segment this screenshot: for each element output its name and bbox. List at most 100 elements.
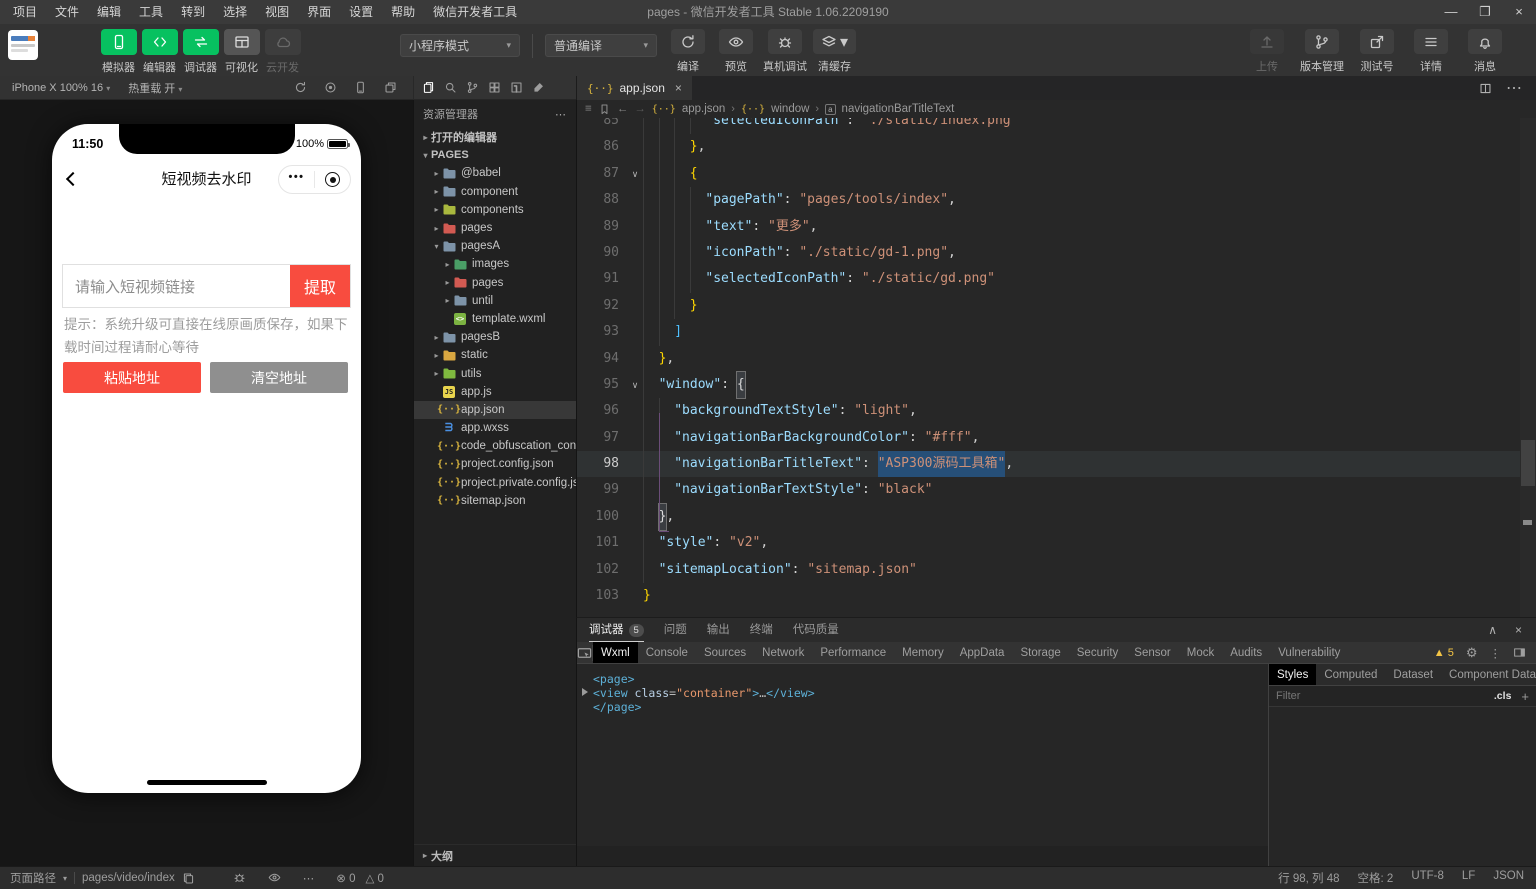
devtools-tab-sources[interactable]: Sources [696, 642, 754, 663]
tree-item-sitemap.json[interactable]: {··} sitemap.json [414, 492, 576, 510]
code-line-92[interactable]: 92} [577, 293, 1520, 319]
debugger-tab-4[interactable]: 代码质量 [793, 618, 839, 642]
dock-side-icon[interactable] [1513, 646, 1526, 659]
sim-windows-icon[interactable] [384, 81, 397, 94]
bug-button[interactable] [768, 29, 802, 54]
code-line-97[interactable]: 97 "navigationBarBackgroundColor": "#fff"… [577, 425, 1520, 451]
split-editor-icon[interactable] [1479, 82, 1492, 95]
editor-scrollbar[interactable] [1520, 118, 1536, 617]
devtools-tab-memory[interactable]: Memory [894, 642, 952, 663]
statusbar-more-icon[interactable]: ⋯ [303, 871, 315, 885]
eye-button[interactable] [719, 29, 753, 54]
maximize-button[interactable]: ❐ [1468, 0, 1502, 24]
tree-item-app.wxss[interactable]: ᗱ app.wxss [414, 419, 576, 437]
menu-item-8[interactable]: 设置 [340, 0, 382, 24]
capsule-close-button[interactable] [315, 172, 350, 187]
menu-item-10[interactable]: 微信开发者工具 [424, 0, 526, 24]
back-arrow-icon[interactable]: ← [617, 103, 629, 115]
devtools-tab-mock[interactable]: Mock [1179, 642, 1222, 663]
code-line-90[interactable]: 90 "iconPath": "./static/gd-1.png", [577, 240, 1520, 266]
collapse-panel-icon[interactable]: ∧ [1488, 623, 1497, 637]
tree-item-images[interactable]: ▸ images [414, 255, 576, 273]
statusbar-info-0[interactable]: 行 98, 列 48 [1278, 870, 1339, 886]
refresh-button[interactable] [671, 29, 705, 54]
video-link-input[interactable]: 请输入短视频链接 [63, 265, 290, 307]
tree-item-components[interactable]: ▸ components [414, 201, 576, 219]
compile-action-3[interactable]: ▾ 清缓存 [813, 29, 857, 74]
activity-extensions-icon[interactable] [488, 81, 501, 94]
bookmark-icon[interactable] [598, 103, 611, 116]
branch-button[interactable] [1305, 29, 1339, 54]
clear-address-button[interactable]: 清空地址 [210, 362, 348, 393]
fold-icon[interactable]: ∨ [627, 161, 643, 187]
statusbar-eye-icon[interactable] [268, 871, 281, 884]
code-line-87[interactable]: 87 ∨ { [577, 161, 1520, 187]
tree-item-@babel[interactable]: ▸ @babel [414, 164, 576, 182]
close-panel-icon[interactable]: × [1515, 623, 1522, 637]
fold-icon[interactable]: ∨ [627, 372, 643, 398]
sim-phone-icon[interactable] [354, 81, 367, 94]
hot-reload-toggle[interactable]: 热重载 开 ▾ [128, 80, 182, 96]
filter-input[interactable]: Filter [1276, 690, 1300, 702]
devtools-tab-audits[interactable]: Audits [1222, 642, 1270, 663]
tree-item-template.wxml[interactable]: <> template.wxml [414, 310, 576, 328]
code-toggle-button[interactable] [141, 29, 178, 55]
tree-item-app.json[interactable]: {··} app.json [414, 400, 576, 419]
tree-item-code_obfuscation_conf...[interactable]: {··}code_obfuscation_conf... [414, 437, 576, 455]
panel-toggle-1[interactable]: 编辑器 [141, 29, 178, 75]
compile-action-2[interactable]: 真机调试 [763, 29, 807, 74]
compile-mode-select[interactable]: 普通编译 ▾ [545, 34, 657, 57]
layers-button[interactable]: ▾ [813, 29, 857, 54]
breadcrumb-item[interactable]: window [771, 103, 809, 115]
code-line-91[interactable]: 91 "selectedIconPath": "./static/gd.png" [577, 266, 1520, 292]
menu-button[interactable] [1414, 29, 1448, 54]
code-line-103[interactable]: 103} [577, 583, 1520, 609]
tree-section-0[interactable]: ▸ 打开的编辑器 [414, 128, 576, 146]
menu-item-1[interactable]: 文件 [46, 0, 88, 24]
activity-brush-icon[interactable] [532, 81, 545, 94]
menu-item-3[interactable]: 工具 [130, 0, 172, 24]
code-line-99[interactable]: 99 "navigationBarTextStyle": "black" [577, 477, 1520, 503]
debugger-tab-2[interactable]: 输出 [707, 618, 730, 642]
tree-item-until[interactable]: ▸ until [414, 292, 576, 310]
right-action-3[interactable]: 详情 [1410, 29, 1452, 74]
styles-tab-styles[interactable]: Styles [1269, 664, 1317, 685]
devtools-tab-sensor[interactable]: Sensor [1126, 642, 1178, 663]
compile-action-0[interactable]: 编译 [667, 29, 709, 74]
tree-item-component[interactable]: ▸ component [414, 183, 576, 201]
activity-files-icon[interactable] [422, 81, 435, 94]
code-line-93[interactable]: 93] [577, 319, 1520, 345]
tree-item-pagesA[interactable]: ▾ pagesA [414, 237, 576, 255]
debugger-tab-1[interactable]: 问题 [664, 618, 687, 642]
bell-button[interactable] [1468, 29, 1502, 54]
devtools-tab-wxml[interactable]: Wxml [593, 642, 638, 663]
cls-button[interactable]: .cls [1494, 690, 1512, 702]
panel-toggle-0[interactable]: 模拟器 [100, 29, 137, 75]
tree-section-1[interactable]: ▾ PAGES [414, 146, 576, 164]
tree-item-pages[interactable]: ▸ pages [414, 219, 576, 237]
wxml-node-2[interactable]: </page> [593, 700, 1268, 714]
statusbar-info-2[interactable]: UTF-8 [1411, 870, 1444, 886]
list-icon[interactable]: ≡ [585, 103, 592, 115]
menu-item-6[interactable]: 视图 [256, 0, 298, 24]
warning-count[interactable]: △ 0 [365, 871, 383, 885]
panel-toggle-3[interactable]: 可视化 [223, 29, 260, 75]
code-line-94[interactable]: 94}, [577, 346, 1520, 372]
styles-tab-computed[interactable]: Computed [1316, 664, 1385, 685]
code-line-100[interactable]: 100}, [577, 503, 1520, 531]
code-line-89[interactable]: 89 "text": "更多", [577, 214, 1520, 240]
statusbar-info-1[interactable]: 空格: 2 [1358, 870, 1394, 886]
code-line-96[interactable]: 96 "backgroundTextStyle": "light", [577, 398, 1520, 424]
menu-item-7[interactable]: 界面 [298, 0, 340, 24]
tree-item-static[interactable]: ▸ static [414, 346, 576, 364]
code-line-86[interactable]: 86}, [577, 134, 1520, 160]
styles-tab-dataset[interactable]: Dataset [1385, 664, 1441, 685]
device-select[interactable]: iPhone X 100% 16 ▾ [12, 82, 110, 94]
tree-item-utils[interactable]: ▸ utils [414, 364, 576, 382]
right-action-2[interactable]: 测试号 [1356, 29, 1398, 74]
capsule-more-button[interactable]: ••• [279, 172, 314, 187]
scrollbar-thumb[interactable] [1521, 440, 1535, 486]
copy-icon[interactable] [182, 872, 195, 885]
menu-item-5[interactable]: 选择 [214, 0, 256, 24]
project-avatar[interactable] [8, 30, 38, 60]
